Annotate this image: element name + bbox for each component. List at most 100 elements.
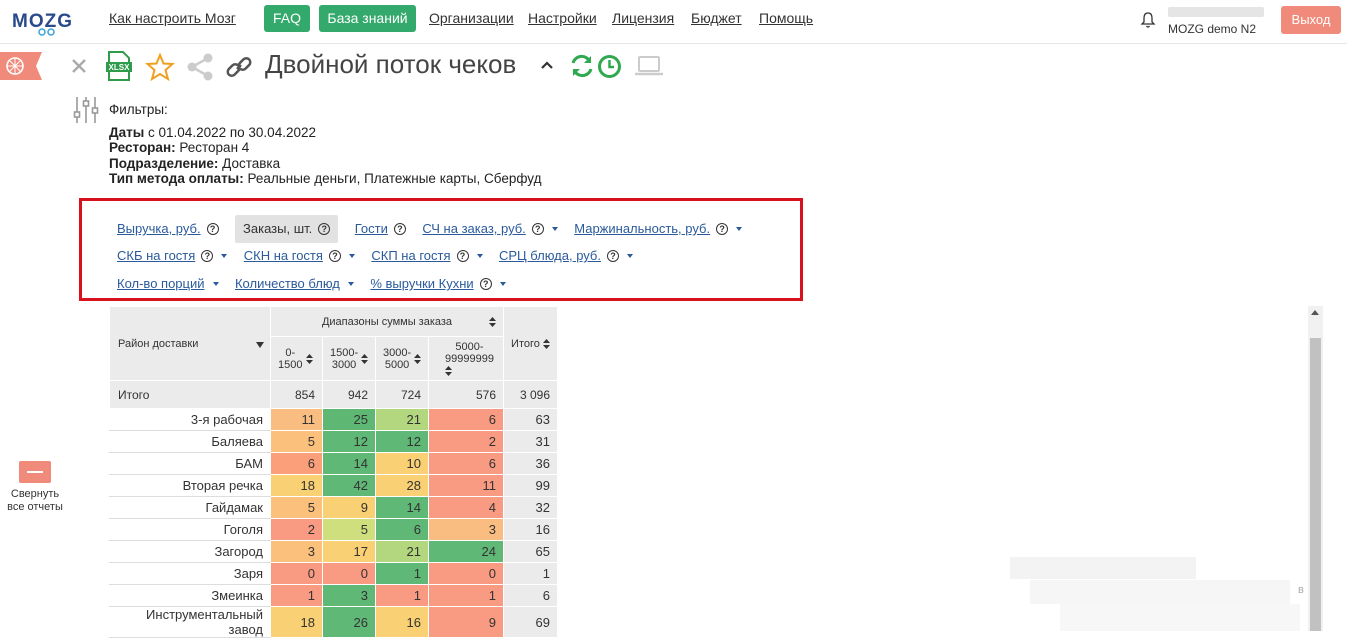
nav-budget[interactable]: Бюджет	[691, 10, 742, 26]
logout-button[interactable]: Выход	[1281, 6, 1341, 34]
caret-down-icon[interactable]	[551, 227, 558, 231]
scrollbar-thumb[interactable]	[1310, 338, 1321, 631]
group-header[interactable]: Диапазоны суммы заказа	[270, 306, 504, 337]
nav-help[interactable]: Помощь	[759, 10, 813, 26]
collapse-all-reports[interactable]: Свернуть все отчеты	[0, 461, 70, 521]
minus-icon[interactable]	[19, 461, 51, 483]
table-row: БАМ 6 14 10 6 36	[109, 452, 558, 475]
caret-down-icon[interactable]	[627, 254, 633, 258]
metric-src-label: СРЦ блюда, руб.	[498, 248, 601, 263]
metric-revenue[interactable]: Выручка, руб.?	[117, 217, 219, 241]
table-row: Баляева 5 12 12 2 31	[109, 430, 558, 453]
side-menu-tab-icon[interactable]	[0, 52, 42, 80]
metric-dishes-label: Количество блюд	[234, 276, 340, 291]
data-cell: 9	[428, 606, 504, 638]
blurred-widget	[1060, 604, 1300, 631]
metrics-row-3: Кол-во порций Количество блюд % выручки …	[117, 272, 518, 296]
data-cell: 12	[322, 430, 376, 453]
row-total-cell: 36	[503, 452, 558, 475]
sort-icon[interactable]	[305, 353, 313, 364]
caret-down-icon[interactable]	[736, 227, 743, 231]
mozg-logo[interactable]: MOZG	[12, 8, 76, 36]
data-cell: 14	[375, 496, 429, 519]
scroll-up-arrow-icon[interactable]	[1311, 310, 1319, 315]
close-icon[interactable]	[71, 58, 87, 74]
group-header-label: Диапазоны суммы заказа	[321, 315, 453, 328]
help-icon[interactable]: ?	[531, 223, 544, 235]
metric-orders[interactable]: Заказы, шт.?	[235, 215, 339, 243]
xlsx-export-icon[interactable]: XLSX	[106, 51, 132, 81]
help-icon[interactable]: ?	[206, 223, 219, 235]
sort-icon[interactable]	[361, 353, 369, 364]
metric-dishes[interactable]: Количество блюд	[235, 272, 354, 296]
row-label: Заря	[109, 562, 271, 585]
metric-kitchen[interactable]: % выручки Кухни?	[370, 272, 506, 296]
data-cell: 5	[322, 518, 376, 541]
sort-icon[interactable]	[445, 365, 452, 376]
share-icon[interactable]	[186, 52, 214, 82]
faq-button[interactable]: FAQ	[264, 5, 310, 32]
filters-sliders-icon[interactable]	[73, 96, 99, 124]
help-icon[interactable]: ?	[318, 223, 331, 235]
data-cell: 21	[375, 408, 429, 431]
help-icon[interactable]: ?	[328, 250, 341, 262]
help-icon[interactable]: ?	[201, 250, 214, 262]
total-header[interactable]: Итого	[503, 306, 558, 381]
column-header[interactable]: 3000- 5000	[375, 336, 429, 381]
caret-down-icon[interactable]	[221, 254, 228, 258]
column-header[interactable]: 1500- 3000	[322, 336, 376, 381]
metric-margin[interactable]: Маржинальность, руб.?	[574, 217, 743, 241]
row-total-cell: 65	[503, 540, 558, 563]
column-header[interactable]: 5000- 99999999	[428, 336, 504, 381]
data-cell: 5	[270, 430, 323, 453]
row-label: Баляева	[109, 430, 271, 453]
metric-guests[interactable]: Гости?	[355, 217, 406, 241]
sort-icon[interactable]	[414, 353, 422, 364]
laptop-icon[interactable]	[634, 55, 664, 77]
caret-down-icon[interactable]	[499, 282, 506, 286]
metric-skp[interactable]: СКП на гостя?	[371, 244, 483, 268]
refresh-icon[interactable]	[569, 53, 595, 79]
row-header[interactable]: Район доставки	[109, 306, 271, 381]
link-icon[interactable]	[225, 53, 253, 81]
user-name[interactable]: MOZG demo N2	[1168, 22, 1256, 36]
nav-license[interactable]: Лицензия	[612, 10, 674, 26]
help-icon[interactable]: ?	[716, 223, 729, 235]
vertical-scrollbar[interactable]	[1308, 306, 1323, 631]
caret-down-icon[interactable]	[347, 282, 354, 286]
metric-portions[interactable]: Кол-во порций	[117, 272, 219, 296]
chevron-up-icon[interactable]	[540, 60, 554, 70]
nav-settings[interactable]: Настройки	[528, 10, 597, 26]
metric-skb[interactable]: СКБ на гостя?	[117, 244, 228, 268]
help-icon[interactable]: ?	[607, 250, 619, 262]
help-icon[interactable]: ?	[393, 223, 406, 235]
schedule-clock-icon[interactable]	[597, 54, 622, 79]
metric-guests-label: Гости	[354, 221, 388, 236]
caret-down-icon[interactable]	[256, 341, 264, 348]
help-icon[interactable]: ?	[456, 250, 469, 262]
sort-icon[interactable]	[542, 338, 550, 349]
data-cell: 5	[270, 496, 323, 519]
data-cell: 1	[375, 562, 429, 585]
knowledge-base-button[interactable]: База знаний	[319, 5, 416, 32]
star-favorite-icon[interactable]	[145, 53, 175, 81]
metric-src[interactable]: СРЦ блюда, руб.?	[499, 244, 633, 268]
sort-icon[interactable]	[489, 317, 496, 327]
bell-icon[interactable]	[1140, 11, 1156, 29]
total-cell: 576	[428, 380, 504, 409]
user-org-blurred	[1168, 7, 1264, 17]
help-icon[interactable]: ?	[479, 278, 492, 290]
metric-skn[interactable]: СКН на гостя?	[244, 244, 355, 268]
pivot-table: Район доставки Диапазоны суммы заказа Ит…	[109, 306, 558, 638]
row-total-cell: 6	[503, 584, 558, 607]
caret-down-icon[interactable]	[348, 254, 355, 258]
column-header[interactable]: 0- 1500	[270, 336, 323, 381]
nav-how-to[interactable]: Как настроить Мозг	[109, 10, 236, 26]
metric-avg-check[interactable]: СЧ на заказ, руб.?	[422, 217, 558, 241]
totals-row: Итого 854 942 724 576 3 096	[109, 380, 558, 409]
caret-down-icon[interactable]	[212, 282, 219, 286]
nav-organizations[interactable]: Организации	[429, 10, 514, 26]
caret-down-icon[interactable]	[476, 254, 483, 258]
data-cell: 3	[428, 518, 504, 541]
data-cell: 26	[322, 606, 376, 638]
